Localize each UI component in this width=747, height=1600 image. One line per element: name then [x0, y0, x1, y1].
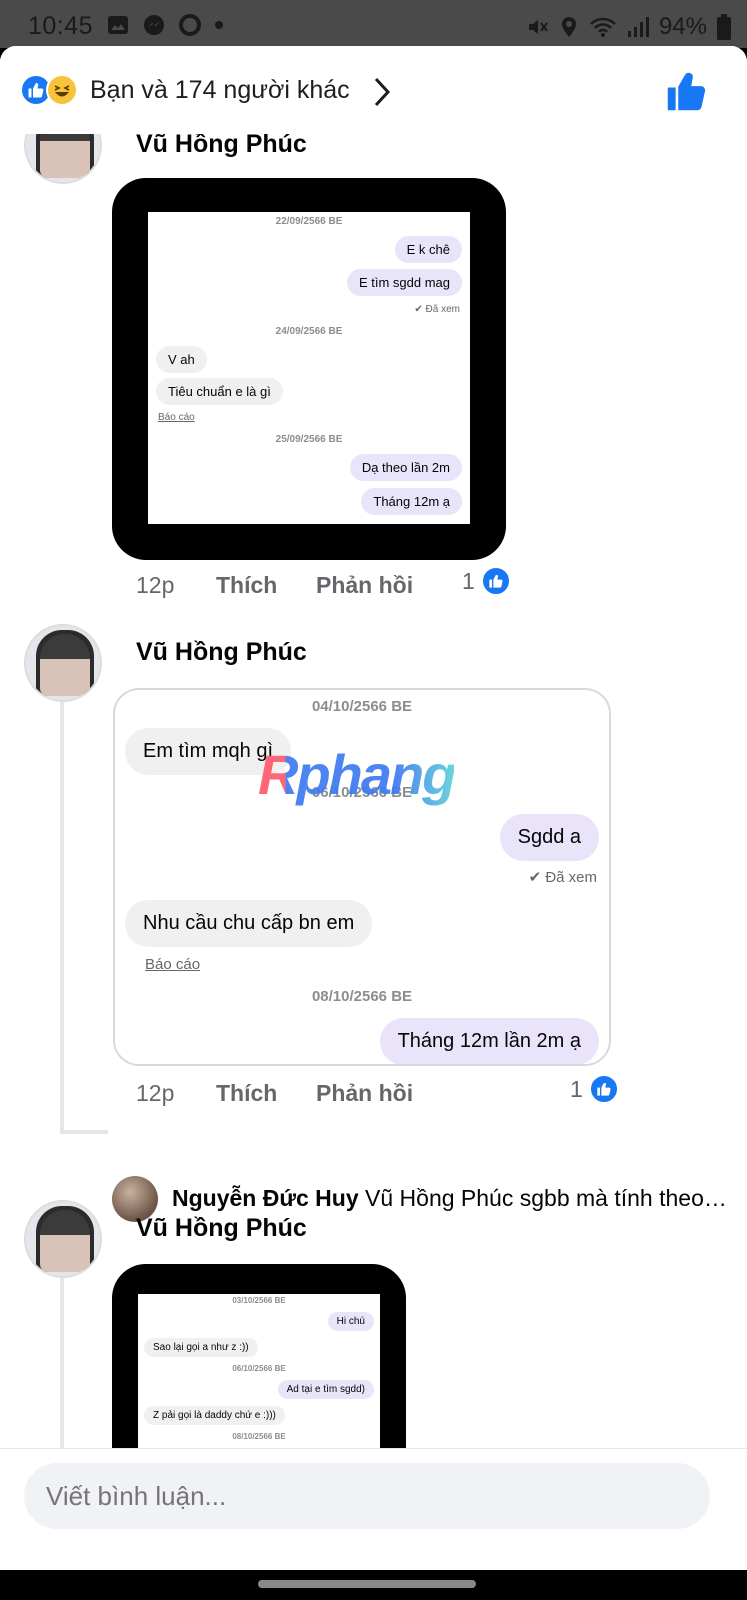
chevron-right-icon[interactable] [372, 76, 392, 108]
like-button[interactable]: Thích [216, 572, 277, 599]
like-count-value: 1 [462, 567, 475, 594]
comment-like-count[interactable]: 1 [462, 566, 511, 596]
reply-body: Vũ Hồng Phúc sgbb mà tính theo… [365, 1185, 727, 1211]
comment-author[interactable]: Vũ Hồng Phúc [136, 134, 307, 159]
like-icon [588, 1074, 619, 1104]
message-bubble: Hi chú [327, 1312, 374, 1331]
attached-screenshot[interactable]: 22/09/2566 BE E k chê E tìm sgdd mag ✔ Đ… [112, 178, 506, 560]
reply-button[interactable]: Phản hồi [316, 1080, 413, 1107]
message-bubble: V ah [156, 346, 207, 373]
message-bubble: Sgdd a [499, 814, 599, 861]
app-ring-icon [179, 14, 201, 36]
comment-composer[interactable] [24, 1463, 710, 1529]
message-bubble: Sao lại gọi a như z :)) [144, 1338, 258, 1357]
date-label: 08/10/2566 BE [311, 988, 413, 1005]
avatar[interactable] [24, 134, 102, 184]
thread-line [60, 702, 64, 1134]
battery-icon [717, 14, 731, 40]
comment-author[interactable]: Vũ Hồng Phúc [136, 1214, 307, 1243]
wifi-icon [590, 17, 616, 37]
seen-label: ✔ Đã xem [414, 304, 460, 315]
reply-author: Nguyễn Đức Huy [172, 1185, 359, 1211]
seen-text: Đã xem [425, 304, 460, 315]
date-label: 06/10/2566 BE [232, 1364, 286, 1373]
thread-line-elbow [60, 1130, 108, 1134]
date-label: 08/10/2566 BE [232, 1432, 286, 1441]
message-bubble: E k chê [394, 236, 462, 263]
battery-percent: 94% [658, 13, 707, 40]
status-time: 10:45 [28, 12, 94, 40]
date-label: 22/09/2566 BE [275, 216, 343, 227]
reply-text: Nguyễn Đức Huy Vũ Hồng Phúc sgbb mà tính… [172, 1185, 732, 1212]
message-bubble: Z pải gọi là daddy chứ e :))) [144, 1406, 285, 1425]
message-bubble: Nhu cầu chu cấp bn em [125, 900, 373, 947]
comment-time: 12p [136, 572, 175, 598]
watermark: Rphang [258, 743, 456, 806]
report-link: Báo cáo [145, 956, 201, 973]
reactions-summary: Bạn và 174 người khác [90, 76, 350, 104]
reaction-badges [20, 74, 78, 106]
reactions-header[interactable]: Bạn và 174 người khác [0, 46, 747, 134]
mute-icon [528, 20, 548, 34]
comment-like-count[interactable]: 1 [570, 1074, 619, 1104]
date-label: 24/09/2566 BE [275, 326, 343, 337]
like-icon [480, 566, 511, 596]
comment-input[interactable] [46, 1481, 686, 1512]
message-bubble: Ad tại e tìm sgdd) [277, 1380, 374, 1399]
date-label: 04/10/2566 BE [311, 698, 413, 715]
avatar[interactable] [24, 624, 102, 702]
message-bubble: Tháng 12m ạ [361, 488, 462, 515]
report-link: Báo cáo [158, 412, 195, 423]
status-notification-icons [106, 13, 224, 37]
status-system-icons: 94% [525, 13, 731, 41]
date-label: 03/10/2566 BE [232, 1296, 286, 1305]
date-label: 25/09/2566 BE [275, 434, 343, 445]
reply-button[interactable]: Phản hồi [316, 572, 413, 599]
comments-sheet: Bạn và 174 người khác Vũ Hồng Phúc 22/09… [0, 46, 747, 1570]
like-count-value: 1 [570, 1075, 583, 1102]
message-bubble: Tiêu chuẩn e là gì [156, 378, 283, 405]
message-bubble: E tìm sgdd mag [346, 269, 462, 296]
status-bar: 10:45 94% [0, 0, 747, 48]
like-thumb-icon[interactable] [666, 70, 708, 112]
like-button[interactable]: Thích [216, 1080, 277, 1107]
avatar[interactable] [24, 1200, 102, 1278]
haha-icon [46, 74, 78, 106]
signal-icon [627, 17, 649, 37]
message-bubble: Tháng 12m lần 2m ạ [379, 1018, 599, 1064]
gallery-icon [108, 16, 128, 34]
dot-icon [215, 21, 223, 29]
comment-actions: 12p Thích Phản hồi [0, 572, 747, 602]
chat-screenshot: 22/09/2566 BE E k chê E tìm sgdd mag ✔ Đ… [148, 212, 470, 524]
messenger-icon [144, 15, 164, 35]
comment-author[interactable]: Vũ Hồng Phúc [136, 638, 307, 667]
location-icon [561, 17, 576, 37]
comment-time: 12p [136, 1080, 175, 1106]
comment-composer-bar [0, 1448, 747, 1529]
gesture-nav-handle[interactable] [258, 1580, 476, 1588]
seen-label: ✔ Đã xem [528, 869, 597, 886]
message-bubble: Dạ theo lần 2m [349, 454, 462, 481]
seen-text: Đã xem [545, 869, 597, 886]
comment-actions: 12p Thích Phản hồi [0, 1080, 747, 1110]
comment-feed[interactable]: Vũ Hồng Phúc 22/09/2566 BE E k chê E tìm… [0, 134, 747, 1494]
